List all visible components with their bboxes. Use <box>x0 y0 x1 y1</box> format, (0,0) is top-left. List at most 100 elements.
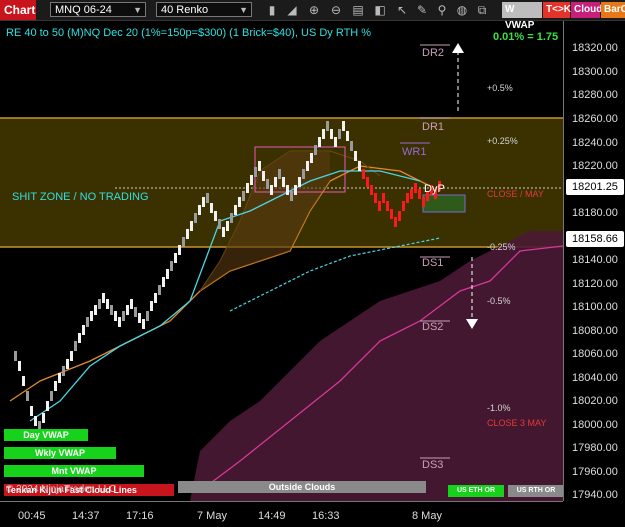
y-tick: 18300.00 <box>572 66 618 78</box>
renko-brick-down <box>374 193 377 203</box>
instrument-selector[interactable]: MNQ 06-24 ▼ <box>50 2 146 17</box>
chevron-down-icon: ▼ <box>239 5 248 15</box>
renko-brick-up <box>194 213 197 223</box>
renko-brick-up <box>50 391 53 401</box>
cloud-button[interactable]: Cloud <box>571 2 602 18</box>
y-tick: 18220.00 <box>572 160 618 172</box>
strategy-icon[interactable]: ◢ <box>284 2 300 18</box>
renko-brick-up <box>138 313 141 323</box>
renko-brick-up <box>334 137 337 147</box>
renko-brick-up <box>238 197 241 207</box>
renko-brick-down <box>410 189 413 199</box>
renko-brick-up <box>34 416 37 426</box>
renko-brick-up <box>170 261 173 271</box>
y-tick: 18240.00 <box>572 137 618 149</box>
renko-brick-up <box>262 171 265 181</box>
y-tick: 18260.00 <box>572 113 618 125</box>
renko-brick-up <box>30 406 33 416</box>
renko-brick-up <box>62 366 65 376</box>
indicators-icon[interactable]: ◧ <box>372 2 388 18</box>
renko-brick-up <box>70 351 73 361</box>
renko-brick-up <box>318 137 321 147</box>
ds2-label: DS2 <box>422 321 444 333</box>
renko-brick-up <box>86 317 89 327</box>
w-vwap-button[interactable]: W VWAP <box>502 2 542 31</box>
camera-icon[interactable]: ◍ <box>454 2 470 18</box>
renko-brick-up <box>78 333 81 343</box>
renko-brick-up <box>46 401 49 411</box>
renko-brick-up <box>338 129 341 139</box>
renko-brick-up <box>14 351 17 361</box>
chart-plot[interactable]: RE 40 to 50 (M)NQ Dec 20 (1%=150p=$300) … <box>0 21 564 501</box>
wkly-vwap-button[interactable]: Wkly VWAP <box>4 447 116 459</box>
ds3-label: DS3 <box>422 459 444 471</box>
tk-button[interactable]: T<>K <box>543 2 571 18</box>
pct-minus-05: -0.5% <box>487 296 511 306</box>
renko-brick-up <box>350 141 353 151</box>
us-eth-or-button[interactable]: US ETH OR <box>448 485 504 497</box>
barco-button[interactable]: BarCo <box>601 2 625 18</box>
attach-icon[interactable]: ⚲ <box>434 2 450 18</box>
dr1-label: DR1 <box>422 121 445 133</box>
zoom-in-icon[interactable]: ⊕ <box>306 2 322 18</box>
renko-brick-up <box>174 253 177 263</box>
y-tick: 17980.00 <box>572 442 618 454</box>
time-axis[interactable]: 00:45 14:37 17:16 7 May 14:49 16:33 8 Ma… <box>0 501 563 527</box>
renko-brick-down <box>394 217 397 227</box>
pct-plus-025: +0.25% <box>487 136 518 146</box>
renko-brick-up <box>246 183 249 193</box>
pct-minus-025: -0.25% <box>487 242 516 252</box>
drawing-tool-icon[interactable]: ✎ <box>414 2 430 18</box>
renko-brick-up <box>26 391 29 401</box>
x-tick: 17:16 <box>126 510 154 522</box>
renko-brick-down <box>402 201 405 211</box>
renko-brick-up <box>254 167 257 177</box>
renko-brick-down <box>382 193 385 203</box>
pointer-icon[interactable]: ↖ <box>394 2 410 18</box>
renko-brick-up <box>94 305 97 315</box>
renko-brick-down <box>362 169 365 179</box>
renko-brick-up <box>346 131 349 141</box>
dyp-label: DyP <box>424 183 445 195</box>
renko-brick-up <box>18 361 21 371</box>
renko-brick-up <box>310 153 313 163</box>
bars-icon[interactable]: ▮ <box>264 2 280 18</box>
renko-brick-up <box>354 151 357 161</box>
chevron-down-icon: ▼ <box>133 5 142 15</box>
pct-readout: 0.01% = 1.75 <box>493 31 559 43</box>
renko-brick-down <box>366 177 369 187</box>
renko-brick-up <box>106 299 109 309</box>
price-axis[interactable]: 18320.00 18300.00 18280.00 18260.00 1824… <box>563 21 625 501</box>
day-vwap-button[interactable]: Day VWAP <box>4 429 88 441</box>
zone-label: SHIT ZONE / NO TRADING <box>12 191 149 203</box>
renko-brick-up <box>166 269 169 279</box>
x-tick: 16:33 <box>312 510 340 522</box>
zoom-out-icon[interactable]: ⊖ <box>328 2 344 18</box>
toolbar: Chart MNQ 06-24 ▼ 40 Renko ▼ ▮ ◢ ⊕ ⊖ ▤ ◧… <box>0 0 625 31</box>
renko-brick-up <box>274 177 277 187</box>
period-label: 40 Renko <box>161 4 209 16</box>
renko-brick-up <box>298 177 301 187</box>
renko-brick-down <box>386 201 389 211</box>
mnt-vwap-button[interactable]: Mnt VWAP <box>4 465 144 477</box>
x-tick: 14:37 <box>72 510 100 522</box>
chart-title-badge: Chart <box>0 0 36 20</box>
renko-brick-up <box>130 299 133 309</box>
renko-brick-down <box>398 211 401 221</box>
y-tick: 18020.00 <box>572 395 618 407</box>
renko-brick-up <box>82 325 85 335</box>
x-tick: 00:45 <box>18 510 46 522</box>
outside-clouds-button[interactable]: Outside Clouds <box>178 481 426 493</box>
us-rth-or-button[interactable]: US RTH OR <box>508 485 564 497</box>
renko-brick-down <box>406 193 409 203</box>
y-tick: 18000.00 <box>572 419 618 431</box>
renko-brick-up <box>294 185 297 195</box>
renko-brick-up <box>134 307 137 317</box>
renko-brick-up <box>270 185 273 195</box>
renko-brick-up <box>242 191 245 201</box>
period-selector[interactable]: 40 Renko ▼ <box>156 2 252 17</box>
properties-icon[interactable]: ▤ <box>350 2 366 18</box>
split-icon[interactable]: ⧉ <box>474 2 490 18</box>
renko-brick-down <box>390 209 393 219</box>
renko-brick-up <box>118 317 121 327</box>
